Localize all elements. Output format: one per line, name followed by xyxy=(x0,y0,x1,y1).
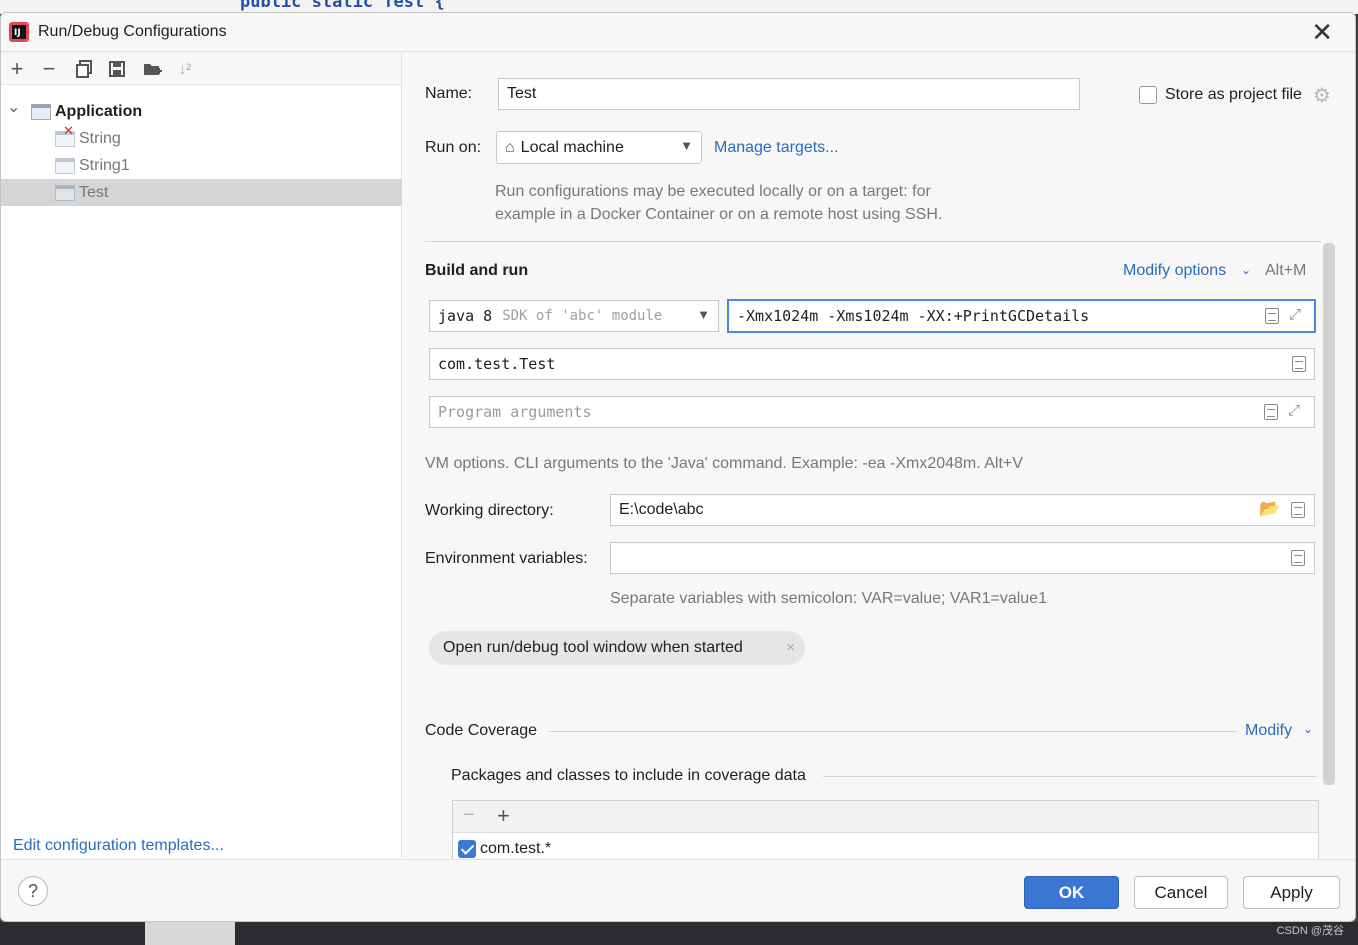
divider xyxy=(425,241,1321,242)
jdk-detail: SDK of 'abc' module xyxy=(502,308,663,324)
insert-macro-icon[interactable] xyxy=(1264,404,1278,420)
tree-toolbar: + − ↓² xyxy=(1,53,401,85)
working-directory-input[interactable]: E:\code\abc 📂 xyxy=(610,494,1315,526)
tree-node-application[interactable]: Application xyxy=(31,98,142,125)
add-icon[interactable]: + xyxy=(497,803,510,829)
program-arguments-placeholder: Program arguments xyxy=(438,403,592,421)
copy-icon[interactable] xyxy=(72,57,96,81)
tree-node-label: Application xyxy=(55,102,143,120)
insert-macro-icon[interactable] xyxy=(1291,502,1305,518)
run-on-hint-line1: Run configurations may be executed local… xyxy=(495,183,931,200)
code-coverage-heading: Code Coverage xyxy=(425,722,538,739)
run-on-value: Local machine xyxy=(520,138,624,156)
working-directory-label: Working directory: xyxy=(425,502,554,519)
vm-options-input[interactable]: -Xmx1024m -Xms1024m -XX:+PrintGCDetails … xyxy=(727,299,1316,333)
gear-icon[interactable]: ⚙ xyxy=(1313,83,1331,108)
name-input[interactable]: Test xyxy=(498,78,1080,110)
run-debug-dialog: IJ Run/Debug Configurations ✕ + − ↓² ⌄ A… xyxy=(0,12,1356,922)
remove-icon[interactable]: − xyxy=(37,56,61,81)
jdk-version: java 8 xyxy=(438,307,493,325)
divider xyxy=(549,731,1237,732)
environment-variables-hint: Separate variables with semicolon: VAR=v… xyxy=(610,590,1047,607)
ok-button[interactable]: OK xyxy=(1024,876,1119,909)
chip-label: Open run/debug tool window when started xyxy=(443,639,743,656)
chevron-down-icon: ⌄ xyxy=(1241,263,1252,277)
build-and-run-heading: Build and run xyxy=(425,262,529,279)
environment-variables-label: Environment variables: xyxy=(425,550,588,567)
folder-icon[interactable]: 📂 xyxy=(1259,499,1280,519)
application-config-icon xyxy=(55,157,75,174)
help-button[interactable]: ? xyxy=(18,876,48,906)
chevron-down-icon: ⌄ xyxy=(1303,722,1314,736)
dialog-button-bar: ? OK Cancel Apply xyxy=(1,859,1355,921)
error-mark-icon: ✕ xyxy=(63,123,74,138)
form-scrollbar[interactable] xyxy=(1323,243,1335,785)
watermark: CSDN @茂谷 xyxy=(1276,925,1344,937)
run-on-hint-line2: example in a Docker Container or on a re… xyxy=(495,206,943,223)
folder-add-icon[interactable] xyxy=(141,57,165,81)
package-include-checkbox[interactable] xyxy=(458,840,476,858)
jdk-select[interactable]: java 8 SDK of 'abc' module ▼ xyxy=(429,300,719,332)
modify-options-shortcut: Alt+M xyxy=(1265,262,1307,279)
tree-node-string[interactable]: ✕ String xyxy=(55,123,121,152)
main-class-input[interactable]: com.test.Test xyxy=(429,348,1315,380)
browse-class-icon[interactable] xyxy=(1292,356,1306,372)
run-on-select[interactable]: ⌂ Local machine ▼ xyxy=(496,131,702,164)
name-label: Name: xyxy=(425,85,473,102)
insert-macro-icon[interactable] xyxy=(1265,308,1279,324)
configurations-tree-panel: + − ↓² ⌄ Application ✕ String String1 Te… xyxy=(1,53,402,859)
editor-code: public static Test { xyxy=(240,0,445,12)
tree-node-label: Test xyxy=(79,183,109,201)
vm-options-value: -Xmx1024m -Xms1024m -XX:+PrintGCDetails xyxy=(737,307,1090,325)
close-icon[interactable]: ✕ xyxy=(1311,19,1333,45)
intellij-app-icon: IJ xyxy=(9,22,29,42)
configuration-form: Name: Test Store as project file ⚙ Run o… xyxy=(403,53,1355,870)
tree-node-test[interactable]: Test xyxy=(55,179,108,206)
package-item[interactable]: com.test.* xyxy=(480,840,551,858)
chevron-down-icon[interactable]: ⌄ xyxy=(7,97,20,117)
tree-node-label: String1 xyxy=(79,156,130,174)
sort-icon[interactable]: ↓² xyxy=(173,57,197,81)
manage-targets-link[interactable]: Manage targets... xyxy=(714,139,839,157)
chevron-down-icon: ▼ xyxy=(697,307,710,322)
window-title: Run/Debug Configurations xyxy=(38,23,227,40)
apply-button[interactable]: Apply xyxy=(1243,876,1340,909)
expand-icon[interactable]: ⤢ xyxy=(1288,402,1300,419)
editor-tab xyxy=(145,922,235,945)
svg-text:IJ: IJ xyxy=(14,28,21,38)
cancel-button[interactable]: Cancel xyxy=(1134,876,1228,909)
store-as-project-file-checkbox[interactable] xyxy=(1139,86,1157,104)
save-icon[interactable] xyxy=(105,57,129,81)
remove-option-icon[interactable]: × xyxy=(786,639,795,656)
divider xyxy=(823,776,1317,777)
packages-toolbar: − + xyxy=(453,801,1318,833)
tree-node-string1[interactable]: String1 xyxy=(55,152,130,179)
vm-options-hint: VM options. CLI arguments to the 'Java' … xyxy=(425,455,1023,472)
program-arguments-input[interactable]: Program arguments ⤢ xyxy=(429,396,1315,428)
chevron-down-icon: ▼ xyxy=(680,138,693,153)
name-value: Test xyxy=(507,85,537,102)
edit-configuration-templates-link[interactable]: Edit configuration templates... xyxy=(13,837,224,855)
application-config-icon xyxy=(31,103,51,120)
tree-node-label: String xyxy=(79,129,121,147)
add-icon[interactable]: + xyxy=(5,56,29,81)
main-class-value: com.test.Test xyxy=(438,355,556,373)
edit-variables-icon[interactable] xyxy=(1291,550,1305,566)
working-directory-value: E:\code\abc xyxy=(619,501,704,518)
open-tool-window-option-chip[interactable]: Open run/debug tool window when started … xyxy=(429,631,805,665)
application-config-icon xyxy=(55,184,75,201)
store-as-project-file-label: Store as project file xyxy=(1165,86,1302,103)
expand-icon[interactable]: ⤢ xyxy=(1289,306,1301,323)
home-icon: ⌂ xyxy=(505,138,515,156)
taskbar-background xyxy=(0,922,1358,945)
packages-label: Packages and classes to include in cover… xyxy=(451,767,806,784)
modify-coverage-link[interactable]: Modify xyxy=(1245,722,1292,740)
run-on-label: Run on: xyxy=(425,139,482,156)
remove-icon[interactable]: − xyxy=(463,804,475,827)
environment-variables-input[interactable] xyxy=(610,542,1315,574)
title-bar: IJ Run/Debug Configurations ✕ xyxy=(1,13,1355,52)
modify-options-link[interactable]: Modify options xyxy=(1123,262,1226,280)
